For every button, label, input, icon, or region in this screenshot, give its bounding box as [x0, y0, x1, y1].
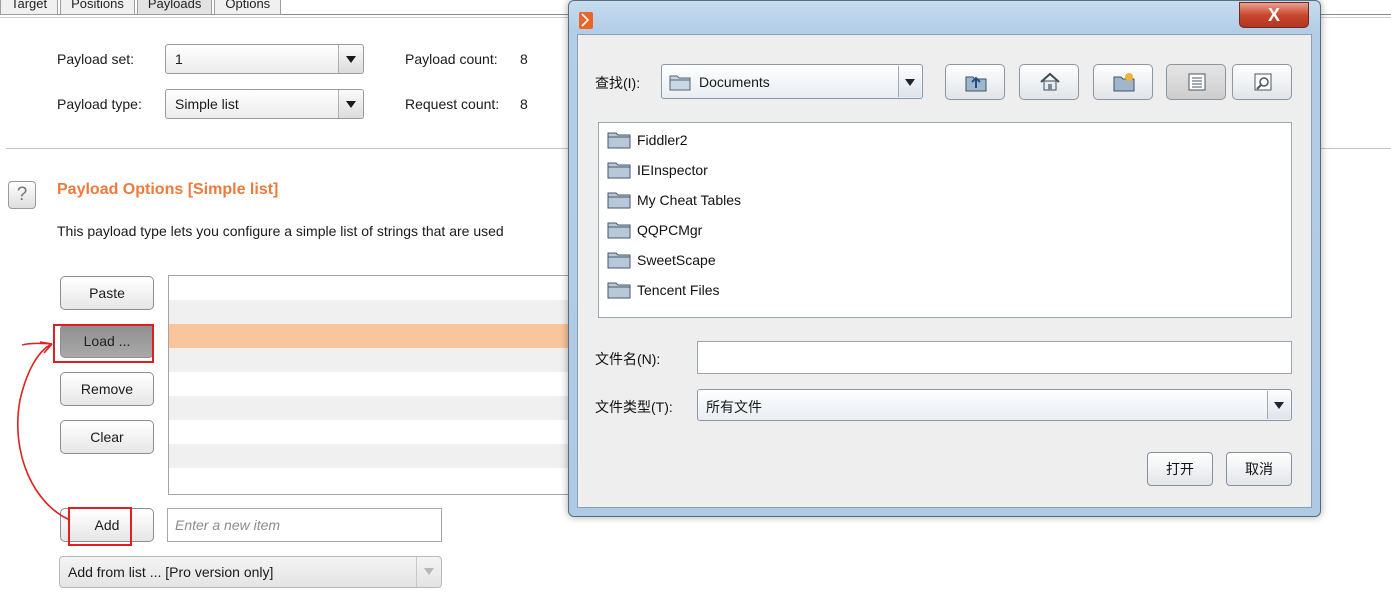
payload-set-value: 1: [175, 51, 183, 67]
folder-name: QQPCMgr: [637, 222, 703, 238]
look-in-value: Documents: [699, 74, 770, 90]
payload-options-description: This payload type lets you configure a s…: [57, 223, 504, 239]
paste-button[interactable]: Paste: [60, 276, 154, 310]
look-in-select[interactable]: Documents: [661, 64, 923, 99]
file-type-select[interactable]: 所有文件: [697, 389, 1292, 421]
payload-type-value: Simple list: [175, 96, 239, 112]
file-type-value: 所有文件: [706, 399, 762, 415]
payload-set-select[interactable]: 1: [165, 44, 364, 74]
file-name-label: 文件名(N):: [595, 351, 661, 367]
list-item[interactable]: [169, 396, 587, 420]
details-view-icon: [1254, 73, 1272, 91]
list-item[interactable]: [169, 420, 587, 444]
details-view-button[interactable]: [1232, 64, 1292, 100]
chevron-down-icon: [338, 45, 363, 73]
file-list[interactable]: Fiddler2 IEInspector My Cheat Tables QQP…: [598, 122, 1292, 318]
tab-target[interactable]: Target: [0, 0, 59, 15]
annotation-box-add: [68, 507, 132, 546]
clear-button[interactable]: Clear: [60, 420, 154, 454]
payload-type-label: Payload type:: [57, 96, 142, 112]
up-folder-icon: [965, 76, 987, 92]
open-button[interactable]: 打开: [1147, 452, 1213, 486]
folder-icon: [607, 162, 631, 179]
list-item[interactable]: [169, 444, 587, 468]
cancel-button[interactable]: 取消: [1226, 452, 1292, 486]
list-item[interactable]: [169, 372, 587, 396]
folder-icon: [607, 192, 631, 209]
chevron-down-icon: [416, 557, 441, 587]
list-item[interactable]: [169, 300, 587, 324]
list-item-selected[interactable]: [169, 324, 587, 348]
folder-icon: [669, 75, 691, 91]
list-view-icon: [1188, 73, 1206, 91]
chevron-down-icon: [338, 90, 363, 118]
annotation-box-load: [53, 324, 154, 363]
tab-bar: Target Positions Payloads Options: [0, 0, 283, 16]
add-from-list-label: Add from list ... [Pro version only]: [68, 564, 274, 580]
file-name-input[interactable]: [697, 341, 1292, 374]
folder-icon: [607, 222, 631, 239]
tab-payloads[interactable]: Payloads: [136, 0, 213, 15]
payload-options-title: Payload Options [Simple list]: [57, 181, 279, 198]
payload-count-label: Payload count:: [405, 51, 498, 67]
tab-options[interactable]: Options: [214, 0, 282, 15]
app-icon: [579, 12, 593, 29]
request-count-value: 8: [520, 96, 528, 112]
new-item-input[interactable]: Enter a new item: [167, 508, 442, 542]
payload-count-value: 8: [520, 51, 528, 67]
payload-list[interactable]: [168, 275, 588, 495]
list-item[interactable]: [169, 348, 587, 372]
folder-name: My Cheat Tables: [637, 192, 742, 208]
close-button[interactable]: X: [1239, 2, 1309, 28]
add-from-list-select[interactable]: Add from list ... [Pro version only]: [59, 556, 442, 588]
tab-positions[interactable]: Positions: [60, 0, 135, 15]
new-folder-button[interactable]: [1093, 64, 1153, 100]
new-item-placeholder: Enter a new item: [175, 517, 281, 533]
up-folder-button[interactable]: [945, 64, 1005, 100]
folder-name: Tencent Files: [637, 282, 720, 298]
list-view-button[interactable]: [1166, 64, 1226, 100]
remove-button[interactable]: Remove: [60, 372, 154, 406]
new-folder-icon: [1113, 73, 1135, 92]
folder-icon: [607, 132, 631, 149]
chevron-down-icon: [898, 66, 921, 97]
file-type-label: 文件类型(T):: [595, 399, 673, 415]
folder-name: SweetScape: [637, 252, 716, 268]
folder-name: IEInspector: [637, 162, 708, 178]
folder-icon: [607, 252, 631, 269]
look-in-label: 查找(I):: [595, 75, 641, 91]
chevron-down-icon: [1267, 391, 1290, 419]
home-icon: [1040, 72, 1060, 91]
folder-name: Fiddler2: [637, 132, 688, 148]
help-icon[interactable]: ?: [8, 181, 36, 209]
home-button[interactable]: [1019, 64, 1079, 100]
request-count-label: Request count:: [405, 96, 500, 112]
payload-set-label: Payload set:: [57, 51, 135, 67]
list-item[interactable]: [169, 276, 587, 300]
folder-icon: [607, 282, 631, 299]
payload-type-select[interactable]: Simple list: [165, 89, 364, 119]
